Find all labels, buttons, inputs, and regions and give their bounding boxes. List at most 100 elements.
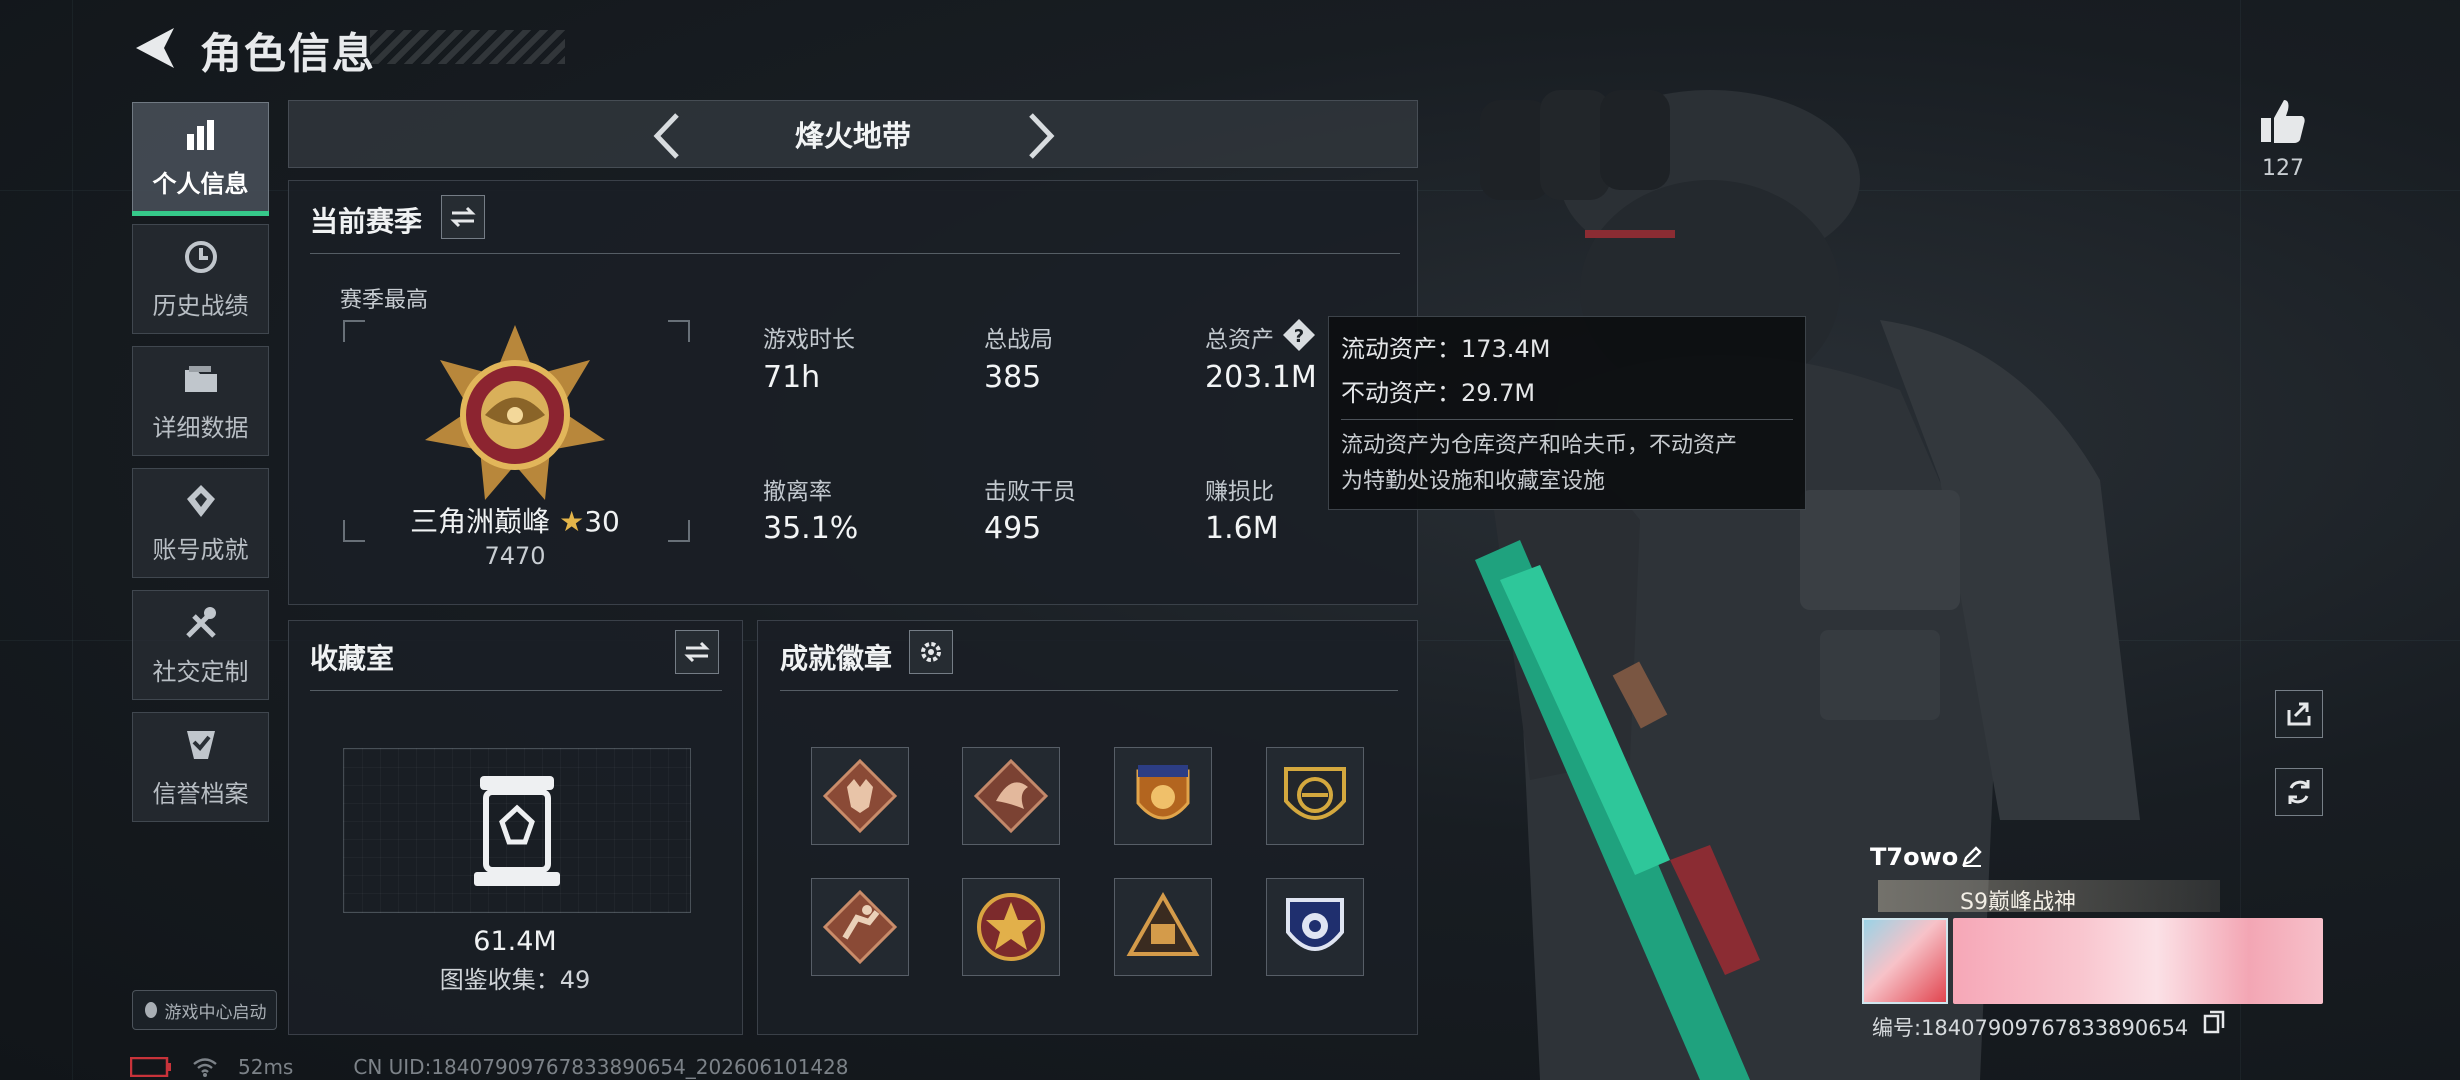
like-count: 127: [2262, 156, 2304, 181]
rank-star-icon: ★: [559, 505, 585, 538]
collection-count: 图鉴收集：49: [439, 966, 591, 994]
grid-line: [72, 0, 73, 1080]
edit-name-icon[interactable]: [1960, 844, 1984, 868]
rank-title: 三角洲巅峰: [410, 505, 551, 538]
name-card-banner[interactable]: [1953, 918, 2323, 1004]
thumbs-up-icon[interactable]: [2258, 96, 2308, 146]
stat-value-total-assets: 203.1M: [1205, 360, 1317, 395]
badge-slot[interactable]: [962, 878, 1060, 976]
bar-chart-icon: [186, 119, 214, 150]
launch-badge-label: 游戏中心启动: [164, 1002, 267, 1023]
player-id: 编号:18407909767833890654: [1872, 1016, 2189, 1040]
name-card-avatar[interactable]: [1862, 918, 1948, 1004]
tab-label: 社交定制: [152, 657, 249, 686]
crest-badge-icon: [1136, 765, 1190, 820]
refresh-button[interactable]: [2275, 768, 2323, 816]
tab-history[interactable]: 历史战绩: [132, 224, 269, 334]
dragon-badge-icon: [973, 758, 1049, 834]
badge-slot[interactable]: [1114, 747, 1212, 845]
stat-value-playtime: 71h: [763, 360, 821, 395]
section-divider: [310, 253, 1400, 254]
section-divider: [310, 690, 722, 691]
gear-icon: [921, 642, 941, 662]
stat-value-extract-rate: 35.1%: [763, 511, 859, 546]
season-switch-button[interactable]: [441, 195, 485, 239]
chevron-left-icon: [653, 113, 679, 159]
stat-label-profit-ratio: 赚损比: [1205, 479, 1274, 505]
penguin-icon: [144, 1002, 157, 1018]
star-badge-icon: [977, 893, 1045, 961]
back-arrow-icon[interactable]: [130, 24, 182, 72]
tab-detailed-data[interactable]: 详细数据: [132, 346, 269, 456]
tab-personal-info[interactable]: 个人信息: [132, 102, 269, 216]
badge-slot[interactable]: [1266, 747, 1364, 845]
badge-slot[interactable]: [1266, 878, 1364, 976]
shield-check-icon: [186, 730, 215, 759]
stat-label-extract-rate: 撤离率: [763, 479, 832, 505]
vault-icon: [474, 776, 560, 886]
stat-label-playtime: 游戏时长: [763, 327, 855, 353]
tab-label: 信誉档案: [152, 779, 249, 808]
badge-slot[interactable]: [811, 878, 909, 976]
vault-badge-icon: [1126, 891, 1200, 956]
badge-slot[interactable]: [811, 747, 909, 845]
share-icon: [2287, 702, 2311, 726]
player-title-text: S9巅峰战神: [1960, 890, 2076, 915]
assets-tooltip: 流动资产：173.4M 不动资产：29.7M 流动资产为仓库资产和哈夫币，不动资…: [1328, 316, 1806, 510]
refresh-icon: [2288, 780, 2310, 804]
collection-title: 收藏室: [310, 642, 395, 675]
frame-corner: [343, 520, 365, 542]
runner-badge-icon: [822, 889, 898, 965]
collection-switch-button[interactable]: [675, 630, 719, 674]
blue-shield-badge-icon: [1286, 898, 1344, 951]
battery-icon: [130, 1057, 171, 1077]
mode-name: 烽火地带: [794, 119, 911, 153]
tooltip-divider: [1341, 419, 1793, 420]
status-bar: 52ms CN UID:18407909767833890654_2026061…: [130, 1054, 849, 1080]
page-title: 角色信息: [200, 29, 377, 78]
tooltip-fixed-assets: 不动资产：29.7M: [1341, 379, 1536, 407]
help-icon[interactable]: ?: [1282, 318, 1316, 352]
prev-mode-button[interactable]: [641, 111, 691, 161]
next-mode-button[interactable]: [1017, 111, 1067, 161]
tooltip-liquid-assets: 流动资产：173.4M: [1341, 335, 1551, 363]
gold-emblem-badge-icon: [1284, 767, 1346, 820]
folder-icon: [184, 365, 217, 392]
tab-label: 个人信息: [152, 169, 249, 198]
frame-corner: [668, 320, 690, 342]
frame-corner: [668, 520, 690, 542]
ping-value: 52ms: [238, 1055, 294, 1079]
tab-social-custom[interactable]: 社交定制: [132, 590, 269, 700]
season-title: 当前赛季: [310, 205, 423, 238]
title-decoration: [370, 30, 565, 64]
season-high-label: 赛季最高: [340, 288, 429, 313]
copy-icon[interactable]: [2203, 1010, 2225, 1034]
badge-slot[interactable]: [1114, 878, 1212, 976]
tab-credit-record[interactable]: 信誉档案: [132, 712, 269, 822]
history-clock-icon: [184, 240, 217, 273]
badges-settings-button[interactable]: [909, 630, 953, 674]
badge-slot[interactable]: [962, 747, 1060, 845]
achievement-icon: [186, 484, 215, 517]
player-name: T7owo: [1870, 843, 1959, 871]
stat-value-total-matches: 385: [984, 360, 1042, 395]
tooltip-desc-line1: 流动资产为仓库资产和哈夫币，不动资产: [1341, 433, 1738, 458]
collection-value: 61.4M: [473, 926, 557, 957]
stat-value-profit-ratio: 1.6M: [1205, 511, 1279, 546]
rank-score: 7470: [484, 542, 546, 570]
frame-corner: [343, 320, 365, 342]
mode-selector: 烽火地带: [288, 100, 1418, 168]
chevron-right-icon: [1029, 113, 1055, 159]
game-center-launch-badge: 游戏中心启动: [132, 990, 277, 1030]
swap-icon: [450, 206, 476, 228]
tools-icon: [185, 606, 216, 638]
stat-label-total-matches: 总战局: [984, 327, 1053, 353]
share-button[interactable]: [2275, 690, 2323, 738]
rank-name: 三角洲巅峰 ★30: [395, 500, 635, 540]
rank-stars: 30: [584, 505, 620, 538]
stat-value-kills: 495: [984, 511, 1042, 546]
wifi-icon: [193, 1058, 217, 1077]
wolf-badge-icon: [822, 758, 898, 834]
rank-emblem-icon: [425, 325, 605, 500]
tab-achievements[interactable]: 账号成就: [132, 468, 269, 578]
